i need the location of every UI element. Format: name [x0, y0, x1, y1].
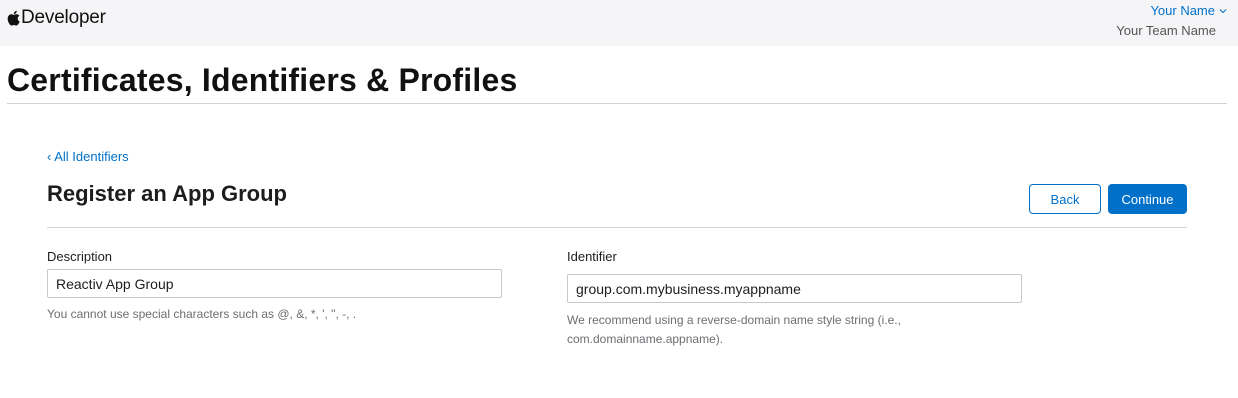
- description-hint: You cannot use special characters such a…: [47, 307, 357, 321]
- user-menu[interactable]: Your Name: [1150, 3, 1228, 18]
- continue-button[interactable]: Continue: [1108, 184, 1187, 214]
- brand-label: Developer: [21, 7, 106, 28]
- chevron-down-icon: [1219, 8, 1227, 13]
- identifier-input[interactable]: group.com.mybusiness.myappname: [567, 274, 1022, 303]
- apple-icon: [7, 10, 20, 26]
- identifier-hint-line-2: com.domainname.appname).: [567, 332, 724, 346]
- identifier-hint: We recommend using a reverse-domain name…: [567, 311, 901, 349]
- title-divider: [7, 103, 1227, 104]
- page-title: Certificates, Identifiers & Profiles: [7, 62, 518, 98]
- team-name: Your Team Name: [1116, 23, 1216, 38]
- description-input[interactable]: Reactiv App Group: [47, 269, 502, 298]
- identifier-label: Identifier: [567, 249, 617, 264]
- developer-logo[interactable]: Developer: [7, 7, 106, 29]
- all-identifiers-link[interactable]: ‹ All Identifiers: [47, 149, 129, 164]
- form-title: Register an App Group: [47, 181, 287, 206]
- form-divider: [47, 227, 1187, 228]
- identifier-hint-line-1: We recommend using a reverse-domain name…: [567, 313, 901, 327]
- user-name-label: Your Name: [1150, 3, 1215, 18]
- top-bar: Developer Your Name Your Team Name: [0, 0, 1238, 46]
- back-button[interactable]: Back: [1029, 184, 1101, 214]
- description-label: Description: [47, 249, 113, 264]
